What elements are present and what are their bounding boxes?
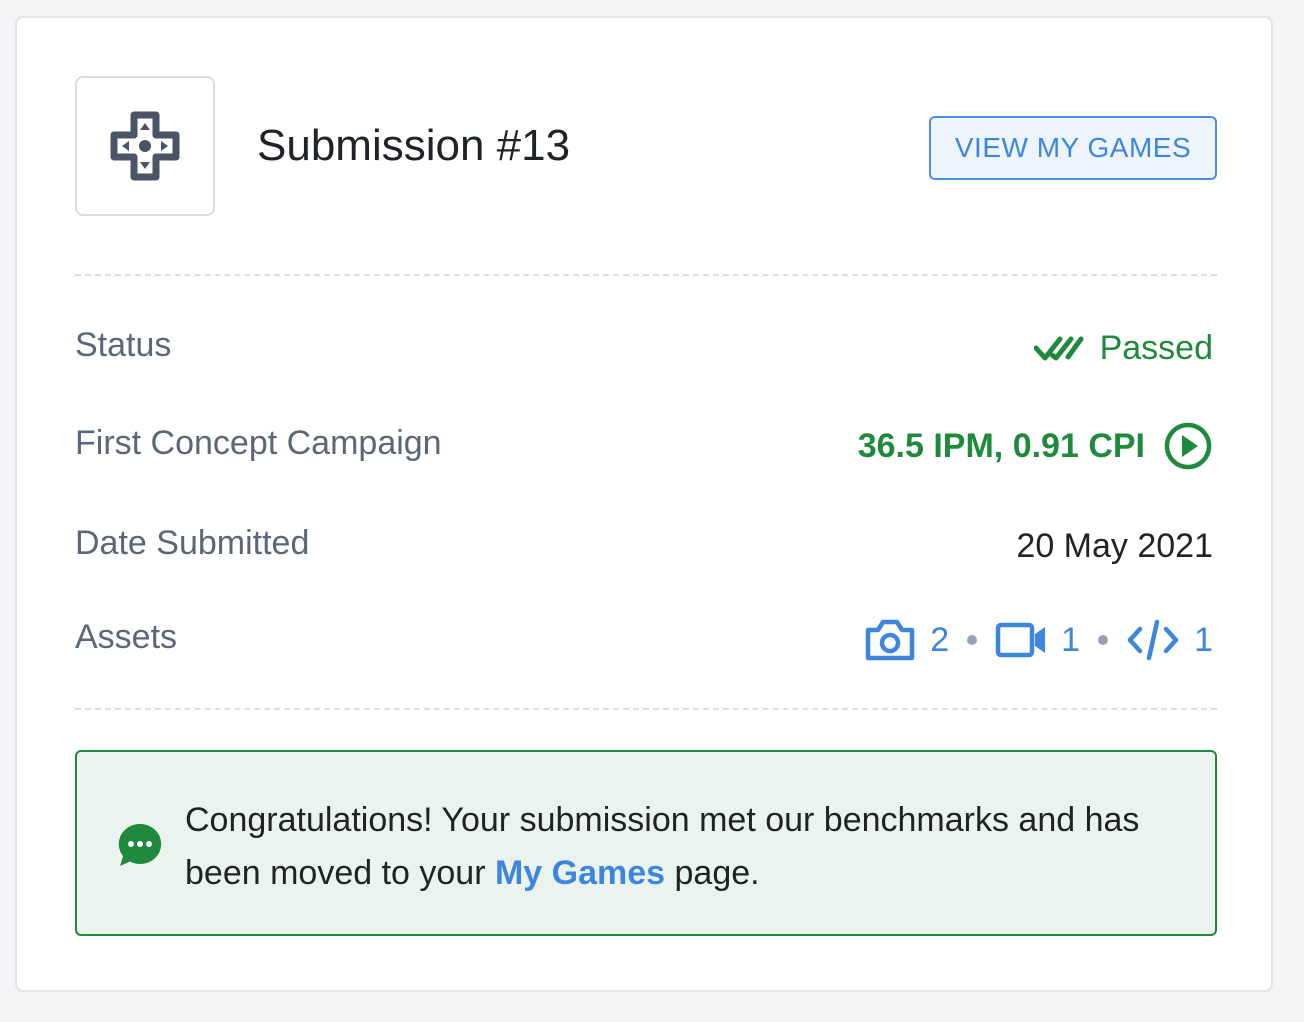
videos-count: 1 xyxy=(1061,620,1081,659)
notice-text: Congratulations! Your submission met our… xyxy=(185,794,1185,900)
notice-text-after: page. xyxy=(665,854,760,892)
code-icon[interactable] xyxy=(1126,619,1180,661)
video-camera-icon[interactable] xyxy=(995,621,1047,659)
game-thumbnail xyxy=(75,76,215,216)
submission-header: Submission #13 VIEW MY GAMES xyxy=(75,76,1217,216)
submission-title: Submission #13 xyxy=(257,121,571,170)
status-value: Passed xyxy=(1033,318,1213,378)
double-check-icon xyxy=(1033,336,1084,361)
campaign-metrics: 36.5 IPM, 0.91 CPI xyxy=(857,426,1145,465)
view-my-games-button[interactable]: VIEW MY GAMES xyxy=(929,116,1217,180)
details-divider xyxy=(75,708,1217,710)
status-text: Passed xyxy=(1099,328,1213,367)
campaign-label: First Concept Campaign xyxy=(75,424,442,462)
header-divider xyxy=(75,274,1217,276)
campaign-value: 36.5 IPM, 0.91 CPI xyxy=(858,416,1213,476)
assets-label: Assets xyxy=(75,618,178,656)
assets-row: Assets 2 1 1 xyxy=(75,610,1213,670)
submission-card: Submission #13 VIEW MY GAMES Status Pass… xyxy=(15,16,1273,992)
chat-bubble-icon xyxy=(118,823,162,866)
my-games-link[interactable]: My Games xyxy=(495,854,665,892)
date-row: Date Submitted 20 May 2021 xyxy=(75,516,1213,576)
play-circle-icon[interactable] xyxy=(1163,421,1213,471)
separator-dot xyxy=(967,635,978,645)
assets-value: 2 1 1 xyxy=(864,610,1213,670)
images-count: 2 xyxy=(930,620,950,659)
campaign-row: First Concept Campaign 36.5 IPM, 0.91 CP… xyxy=(75,416,1213,476)
status-row: Status Passed xyxy=(75,318,1213,378)
gamepad-dpad-icon xyxy=(110,111,180,181)
camera-icon[interactable] xyxy=(864,618,916,662)
separator-dot xyxy=(1098,635,1109,645)
success-notice: Congratulations! Your submission met our… xyxy=(75,750,1217,936)
date-value: 20 May 2021 xyxy=(1016,526,1213,565)
code-count: 1 xyxy=(1194,620,1213,659)
date-label: Date Submitted xyxy=(75,524,310,562)
status-label: Status xyxy=(75,326,172,364)
